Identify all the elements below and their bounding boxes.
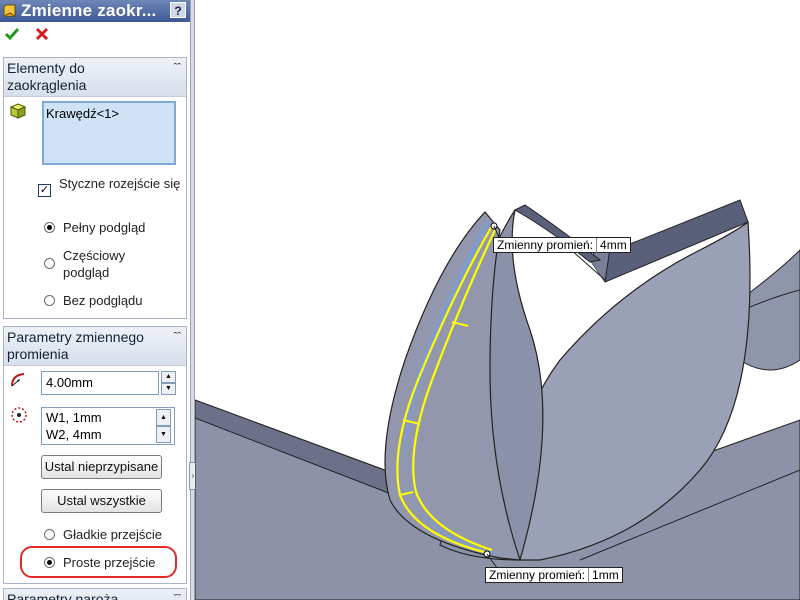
smooth-transition-label: Gładkie przejście (63, 527, 162, 542)
cancel-x-icon[interactable] (34, 26, 50, 42)
radius-spin-down[interactable]: ▼ (161, 383, 176, 395)
partial-preview-label: Częściowy podgląd (63, 248, 126, 280)
setback-section-title: Parametry naroża (7, 591, 119, 600)
items-section-header[interactable]: Elementy do zaokrąglenia ˆˆ (4, 58, 186, 97)
highlight-ring-annotation (20, 546, 177, 578)
no-preview-label: Bez podglądu (63, 293, 143, 308)
radius-icon (11, 373, 25, 387)
set-unassigned-button[interactable]: Ustal nieprzypisane (41, 455, 162, 479)
callout-value[interactable]: 4mm (597, 238, 630, 253)
setback-section-header[interactable]: Parametry naroża ˇˇ (4, 589, 186, 600)
radius-spin-up[interactable]: ▲ (161, 371, 176, 383)
radius-input[interactable]: 4.00mm (41, 371, 159, 395)
callout-label: Zmienny promień: (494, 238, 598, 253)
variable-radius-title: Parametry zmiennego promienia (7, 329, 144, 362)
collapse-chevron-icon[interactable]: ˆˆ (174, 329, 181, 346)
items-section-title: Elementy do zaokrąglenia (7, 60, 87, 93)
property-manager-panel: Zmienne zaokr... ? Elementy do zaokrągle… (0, 0, 190, 600)
radius-callout-bottom[interactable]: Zmienny promień: 1mm (485, 567, 623, 583)
set-all-button[interactable]: Ustal wszystkie (41, 489, 162, 513)
selected-items-listbox[interactable]: Krawędź<1> (42, 101, 176, 165)
smooth-transition-radio[interactable] (44, 529, 55, 540)
full-preview-label: Pełny podgląd (63, 220, 146, 235)
partial-preview-radio[interactable] (44, 258, 55, 269)
vertex-scroll-up[interactable]: ▲ (156, 409, 171, 426)
list-item[interactable]: Krawędź<1> (46, 106, 172, 121)
edge-cube-icon (9, 103, 27, 119)
panel-title-bar: Zmienne zaokr... ? (0, 0, 190, 22)
setback-section: Parametry naroża ˇˇ (3, 588, 187, 600)
ok-checkmark-icon[interactable] (4, 26, 20, 42)
callout-label: Zmienny promień: (486, 568, 590, 583)
vertex-listbox[interactable]: W1, 1mm W2, 4mm (41, 407, 175, 445)
collapse-chevron-icon[interactable]: ˆˆ (174, 60, 181, 77)
graphics-viewport[interactable]: Zmienny promień: 4mm Zmienny promień: 1mm (195, 0, 800, 600)
tangent-propagation-checkbox[interactable]: ✓ (38, 184, 51, 197)
panel-title: Zmienne zaokr... (21, 1, 157, 20)
full-preview-radio[interactable] (44, 222, 55, 233)
list-item[interactable]: W1, 1mm (46, 409, 174, 426)
no-preview-radio[interactable] (44, 295, 55, 306)
vertex-scroll-down[interactable]: ▼ (156, 426, 171, 443)
variable-radius-header[interactable]: Parametry zmiennego promienia ˆˆ (4, 327, 186, 366)
expand-chevron-icon[interactable]: ˇˇ (174, 591, 181, 600)
radius-callout-top[interactable]: Zmienny promień: 4mm (493, 237, 631, 253)
tulip-part-model[interactable] (195, 0, 800, 600)
list-item[interactable]: W2, 4mm (46, 426, 174, 443)
confirm-row (4, 26, 60, 45)
items-to-fillet-section: Elementy do zaokrąglenia ˆˆ Krawędź<1> ✓… (3, 57, 187, 319)
vertex-target-icon (11, 407, 27, 423)
tangent-propagation-label: Styczne rozejście się (59, 176, 181, 191)
callout-value[interactable]: 1mm (589, 568, 622, 583)
variable-fillet-icon (3, 4, 16, 17)
help-button[interactable]: ? (170, 2, 186, 18)
